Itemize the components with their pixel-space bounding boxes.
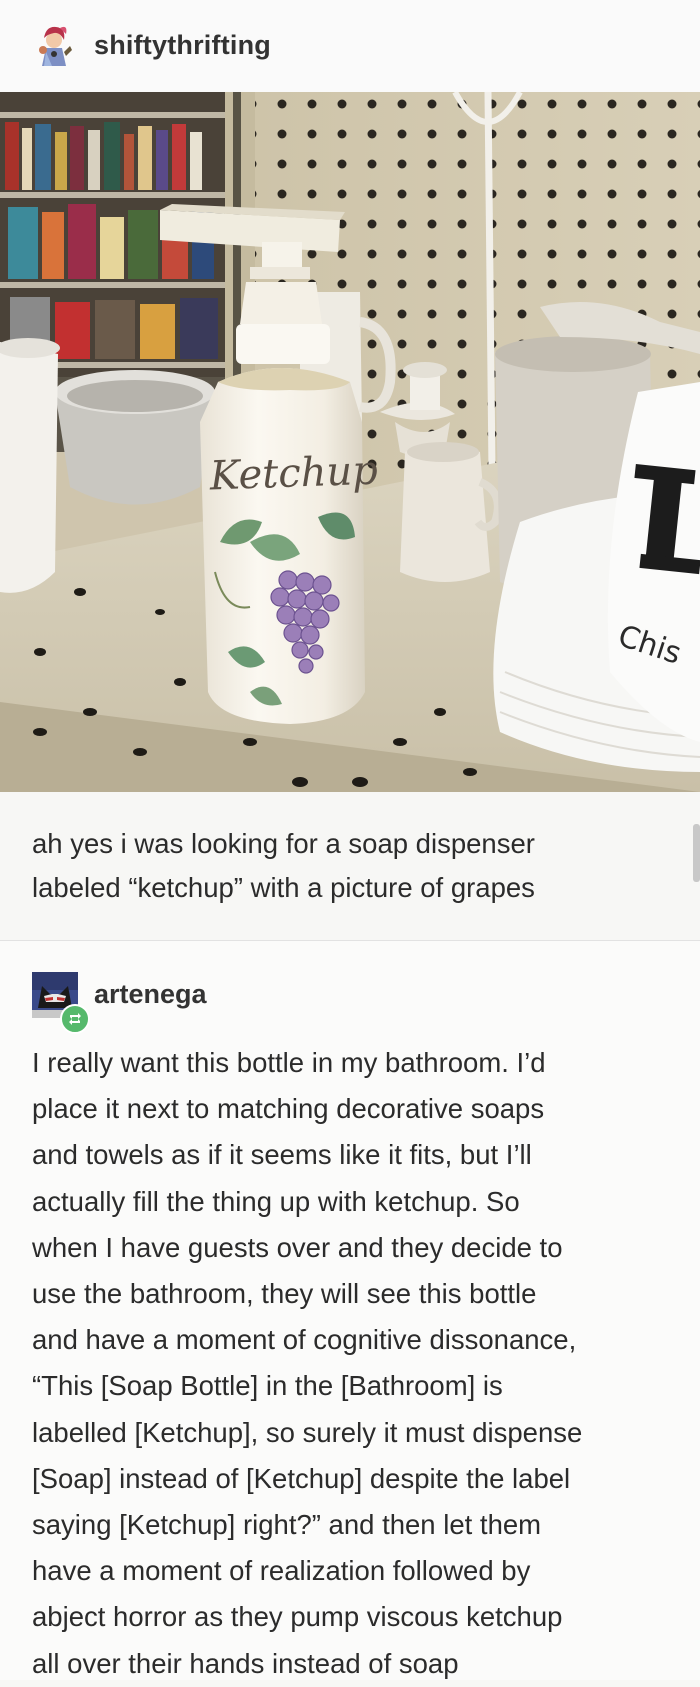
scrollbar[interactable] <box>693 824 700 882</box>
caption-line: ah yes i was looking for a soap dispense… <box>32 828 535 859</box>
post-caption: ah yes i was looking for a soap dispense… <box>32 822 652 910</box>
bottle-label: Ketchup <box>208 448 379 500</box>
ketchup-bottle-photo: Chis Ketchup <box>0 92 700 792</box>
body-line: saying [Ketchup] right?” and then let th… <box>32 1509 542 1541</box>
body-line: “This [Soap Bottle] in the [Bathroom] is <box>32 1370 503 1402</box>
post-header: shiftythrifting <box>0 0 700 92</box>
body-line: have a moment of realization followed by <box>32 1555 531 1587</box>
username[interactable]: shiftythrifting <box>94 30 271 61</box>
body-line: abject horror as they pump viscous ketch… <box>32 1601 563 1633</box>
post-photo: Chis Ketchup <box>0 92 700 792</box>
body-line: when I have guests over and they decide … <box>32 1231 563 1263</box>
avatar-illustration-icon <box>30 22 78 70</box>
username[interactable]: artenega <box>94 979 207 1010</box>
body-line: use the bathroom, they will see this bot… <box>32 1278 537 1310</box>
avatar[interactable] <box>30 22 78 70</box>
reblog-body: I really want this bottle in my bathroom… <box>32 1040 677 1687</box>
body-line: actually fill the thing up with ketchup.… <box>32 1185 520 1217</box>
body-line: [Soap] instead of [Ketchup] despite the … <box>32 1462 571 1494</box>
body-line: I really want this bottle in my bathroom… <box>32 1047 546 1078</box>
body-line: place it next to matching decorative soa… <box>32 1093 545 1125</box>
reblog-badge <box>60 1004 90 1034</box>
reblog-icon <box>69 1013 81 1025</box>
body-line: and towels as if it seems like it fits, … <box>32 1139 532 1171</box>
body-line: and have a moment of cognitive dissonanc… <box>32 1324 577 1356</box>
body-line: labelled [Ketchup], so surely it must di… <box>32 1416 583 1448</box>
caption-line: labeled “ketchup” with a picture of grap… <box>32 872 535 903</box>
